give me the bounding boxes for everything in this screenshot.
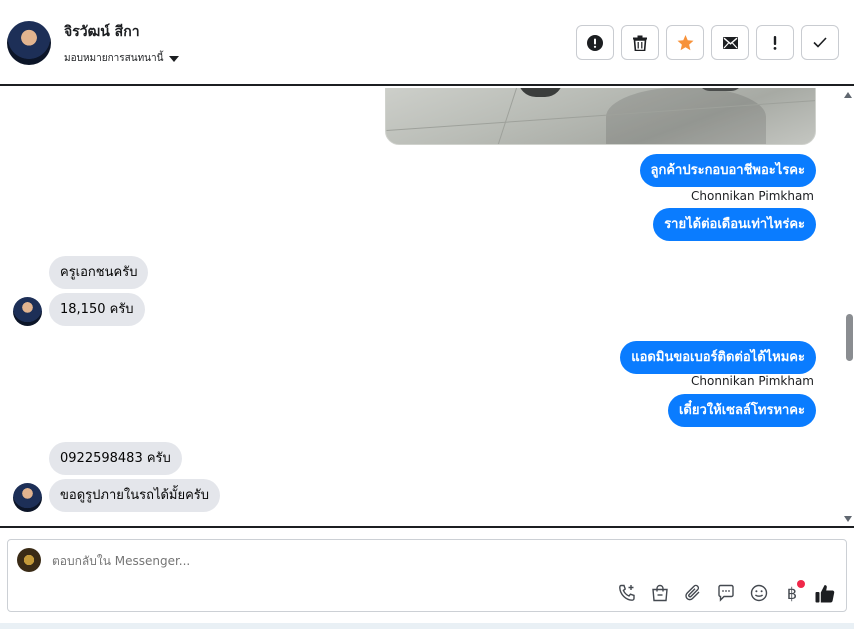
photo-tyre: [518, 88, 563, 97]
attach-button[interactable]: [682, 582, 704, 604]
outgoing-message[interactable]: ลูกค้าประกอบอาชีพอะไรคะ: [639, 154, 816, 187]
window-bottom-edge: [0, 623, 854, 629]
star-icon: [677, 34, 693, 50]
emoji-button[interactable]: [748, 582, 770, 604]
saved-replies-button[interactable]: [715, 582, 737, 604]
composer-divider: [0, 526, 854, 528]
exclamation-icon: [773, 35, 777, 50]
scrollbar-thumb[interactable]: [846, 314, 853, 361]
outgoing-message[interactable]: เดี๋ยวให้เซลล์โทรหาคะ: [667, 394, 816, 427]
assign-label: มอบหมายการสนทนานี้: [64, 53, 164, 64]
page-avatar: [17, 548, 41, 572]
call-button[interactable]: [616, 582, 638, 604]
composer-toolbar: ฿: [616, 580, 836, 604]
photo-floor-line: [493, 88, 520, 144]
shopping-bag-icon: [652, 584, 668, 602]
emoji-icon: [750, 584, 768, 602]
saved-reply-icon: [718, 584, 734, 602]
contact-avatar[interactable]: [7, 21, 51, 65]
alert-circle-icon: [587, 34, 603, 51]
scroll-up-arrow-icon[interactable]: [844, 92, 852, 98]
sender-name: Chonnikan Pimkham: [691, 189, 814, 203]
scroll-down-arrow-icon[interactable]: [844, 516, 852, 522]
phone-plus-icon: [619, 584, 635, 601]
thread-scrollbar[interactable]: [844, 88, 854, 526]
envelope-icon: [722, 36, 738, 49]
contact-name[interactable]: จิรวัฒน์ สีกา: [64, 21, 140, 43]
spam-button[interactable]: [576, 25, 614, 60]
reply-composer: ฿: [7, 539, 847, 612]
incoming-message[interactable]: ขอดูรูปภายในรถได้มั้ยครับ: [49, 479, 221, 512]
sender-name: Chonnikan Pimkham: [691, 374, 814, 388]
incoming-message[interactable]: ครูเอกชนครับ: [49, 256, 149, 289]
baht-payment-icon: ฿: [786, 583, 798, 603]
caret-down-icon: [169, 55, 180, 62]
payment-button[interactable]: ฿: [781, 580, 805, 604]
incoming-message[interactable]: 18,150 ครับ: [49, 293, 145, 326]
contact-avatar-small[interactable]: [13, 483, 42, 512]
message-thread: ลูกค้าประกอบอาชีพอะไรคะ Chonnikan Pimkha…: [0, 88, 854, 526]
conversation-actions: [576, 25, 839, 60]
trash-icon: [633, 35, 647, 51]
outgoing-message[interactable]: แอดมินขอเบอร์ติดต่อได้ไหมคะ: [620, 341, 816, 374]
shared-car-photo[interactable]: [385, 88, 816, 145]
check-icon: [813, 37, 827, 48]
paperclip-icon: [685, 584, 700, 601]
notification-dot: [797, 580, 805, 588]
outgoing-message[interactable]: รายได้ต่อเดือนเท่าไหร่คะ: [653, 208, 816, 241]
delete-button[interactable]: [621, 25, 659, 60]
reply-input[interactable]: [52, 554, 752, 568]
thumbs-up-icon: [815, 584, 835, 602]
follow-up-button[interactable]: [756, 25, 794, 60]
contact-avatar-small[interactable]: [13, 297, 42, 326]
star-button[interactable]: [666, 25, 704, 60]
mark-done-button[interactable]: [801, 25, 839, 60]
mark-unread-button[interactable]: [711, 25, 749, 60]
assign-conversation-dropdown[interactable]: มอบหมายการสนทนานี้: [64, 51, 180, 66]
incoming-message[interactable]: 0922598483 ครับ: [49, 442, 182, 475]
shop-button[interactable]: [649, 582, 671, 604]
photo-reflection: [606, 88, 766, 144]
conversation-header: จิรวัฒน์ สีกา มอบหมายการสนทนานี้: [0, 0, 854, 86]
like-button[interactable]: [814, 582, 836, 604]
